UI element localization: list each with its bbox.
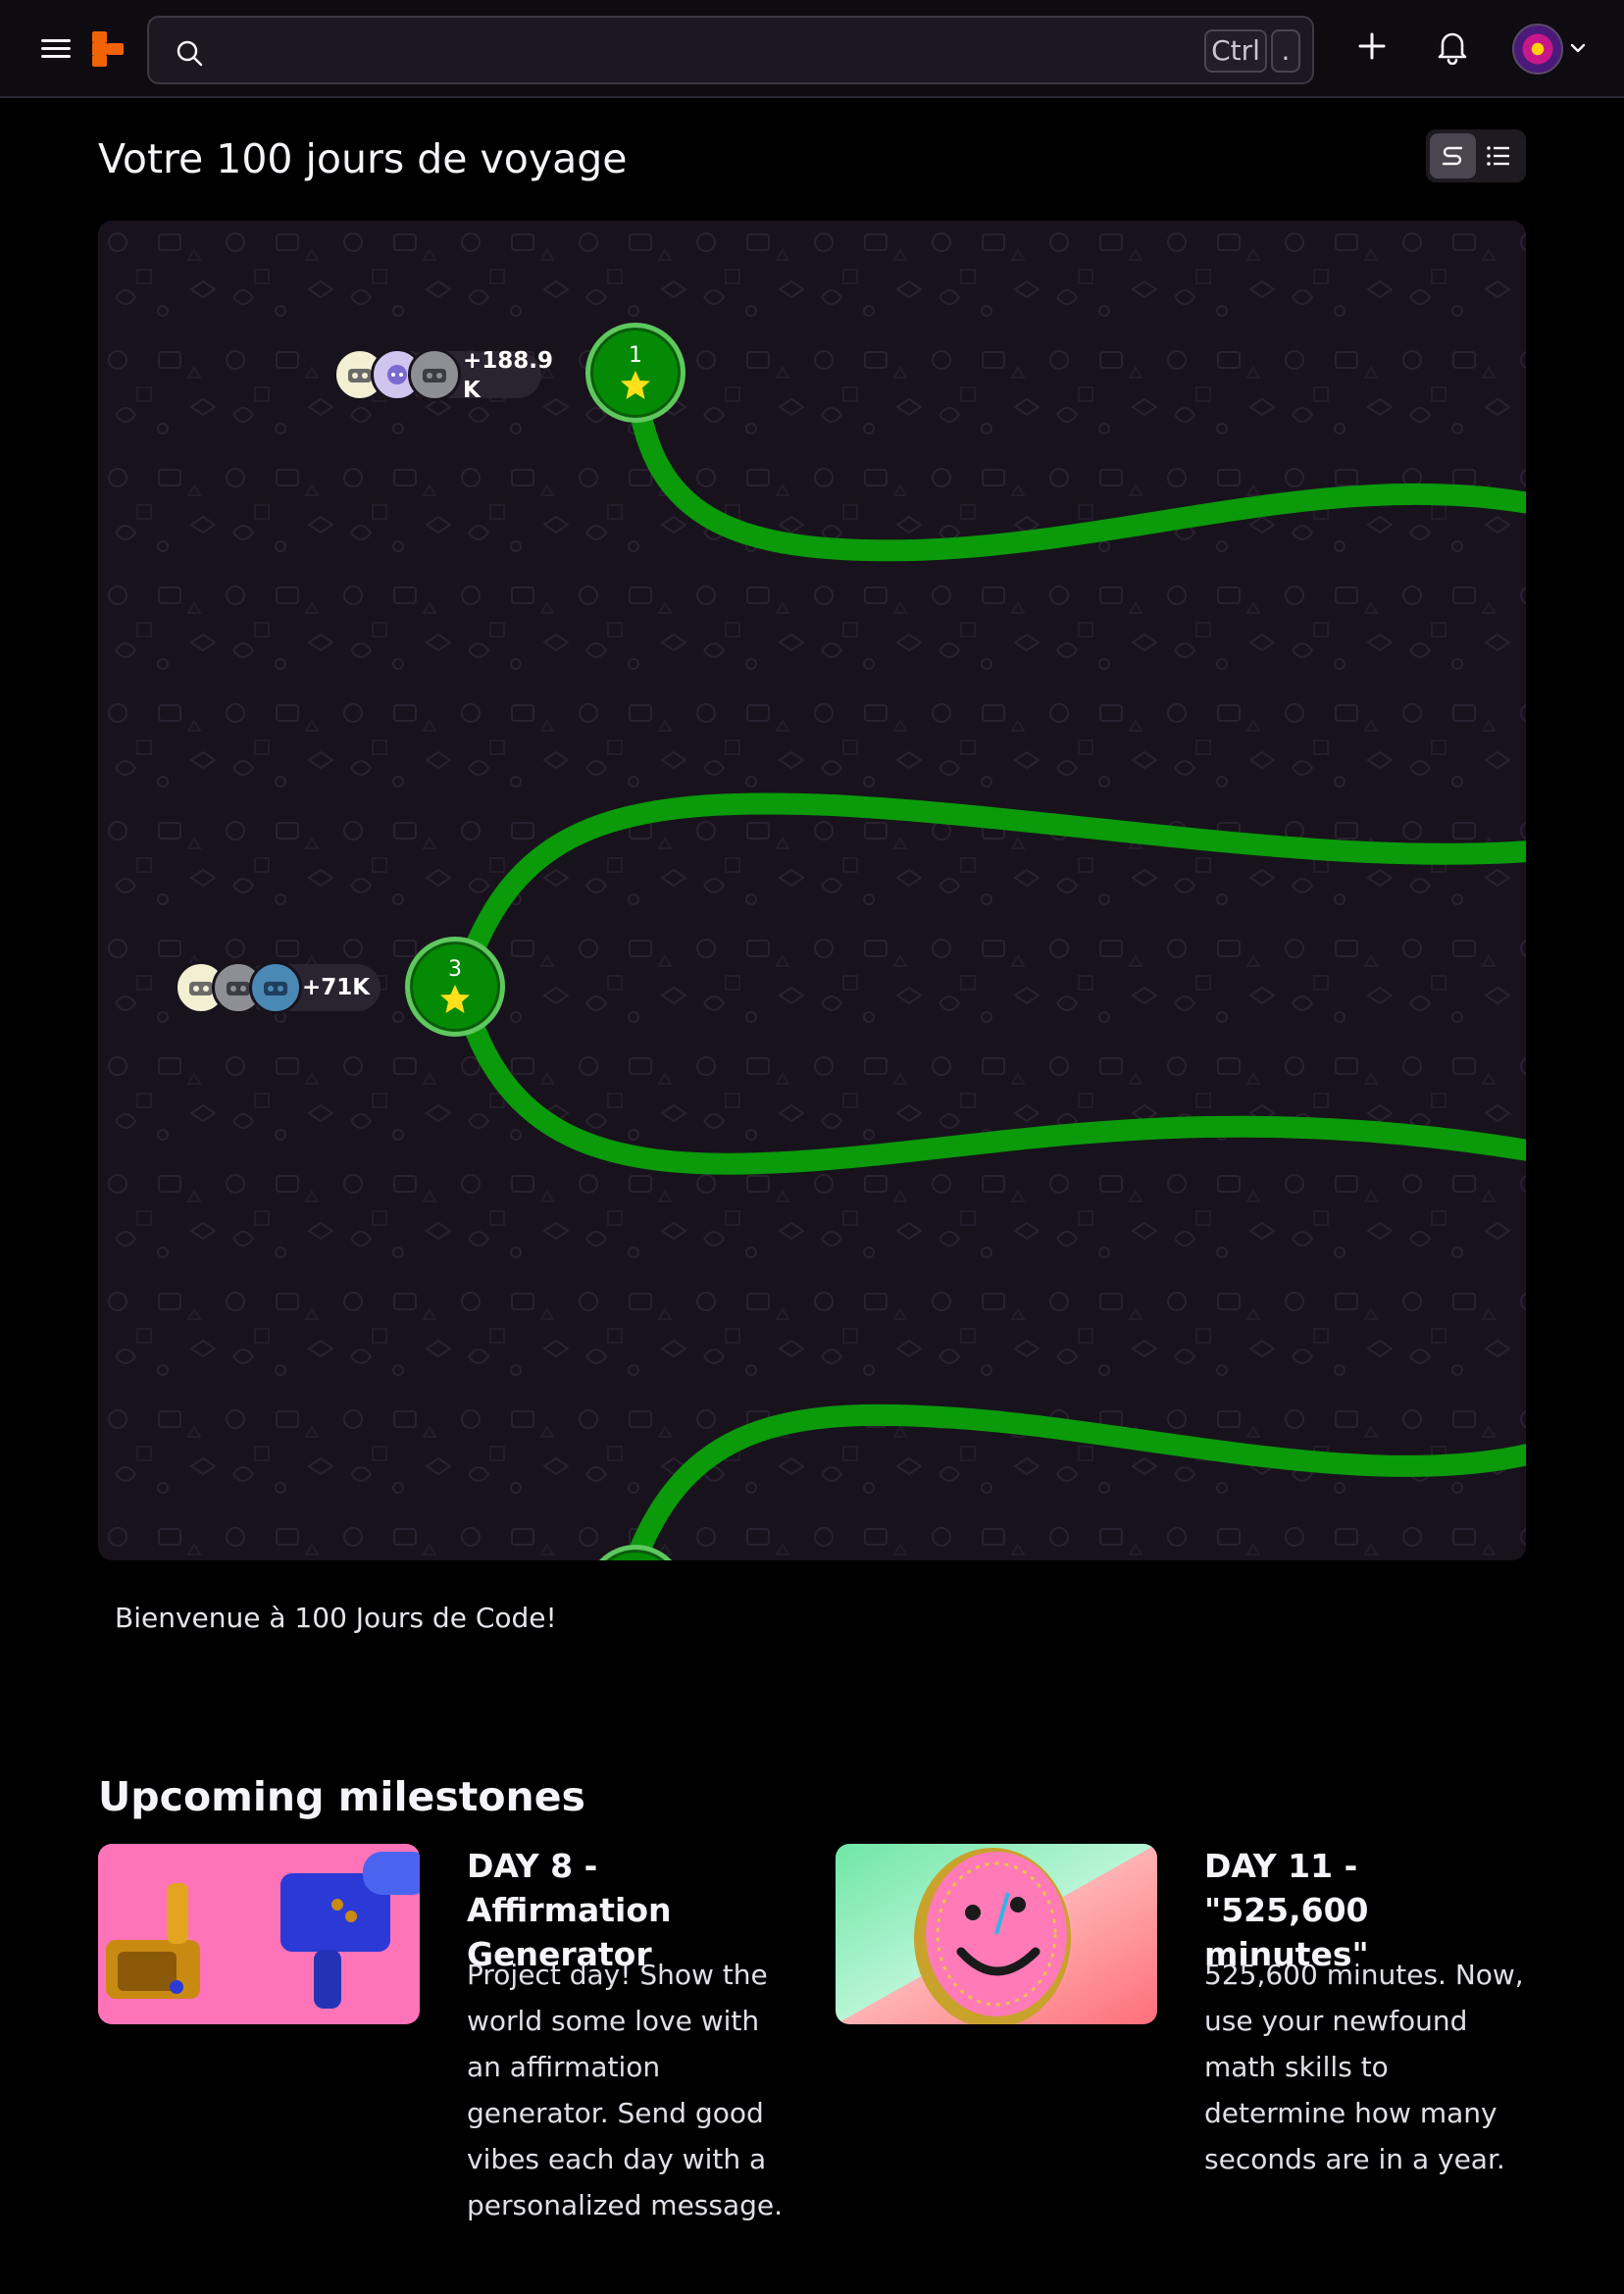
day-node-3[interactable]: 3	[405, 937, 505, 1037]
participant-count: +71K	[302, 975, 371, 1000]
day-number: 3	[448, 957, 462, 982]
avatar	[1512, 24, 1563, 75]
shortcut-key-ctrl: Ctrl	[1204, 29, 1267, 73]
avatar	[249, 961, 302, 1014]
bell-icon[interactable]	[1436, 29, 1469, 65]
shortcut-key-period: .	[1271, 29, 1300, 73]
journey-path	[98, 221, 1526, 1560]
milestone-description: 525,600 minutes. Now, use your newfound …	[1204, 1959, 1524, 2175]
replit-logo[interactable]	[90, 29, 126, 69]
milestone-thumbnail[interactable]	[836, 1844, 1157, 2024]
search-input[interactable]	[218, 27, 1198, 73]
chevron-down-icon	[1570, 43, 1586, 53]
list-view-icon	[1487, 146, 1509, 166]
path-view-button[interactable]	[1430, 133, 1476, 178]
page-title: Votre 100 jours de voyage	[98, 135, 628, 182]
journey-map[interactable]: 1 3 +188.9 K +71K	[98, 221, 1526, 1560]
path-view-icon	[1442, 146, 1463, 166]
welcome-text: Bienvenue à 100 Jours de Code!	[115, 1602, 557, 1634]
milestone-description: Project day! Show the world some love wi…	[467, 1959, 784, 2221]
menu-icon[interactable]	[39, 33, 73, 65]
milestone-thumbnail[interactable]	[98, 1844, 420, 2024]
plus-icon[interactable]	[1355, 29, 1389, 63]
top-bar: Ctrl .	[0, 0, 1624, 98]
search-icon	[177, 40, 203, 67]
participant-group-day-3[interactable]: +71K	[175, 961, 390, 1014]
search-bar[interactable]: Ctrl .	[147, 16, 1314, 84]
participant-group-day-1[interactable]: +188.9 K	[333, 348, 657, 403]
view-toggle	[1426, 129, 1526, 182]
participant-count: +188.9 K	[463, 348, 554, 403]
star-icon	[440, 985, 470, 1013]
avatar	[408, 348, 461, 401]
account-menu[interactable]	[1510, 22, 1589, 76]
list-view-button[interactable]	[1476, 133, 1522, 178]
milestones-heading: Upcoming milestones	[98, 1773, 585, 1820]
